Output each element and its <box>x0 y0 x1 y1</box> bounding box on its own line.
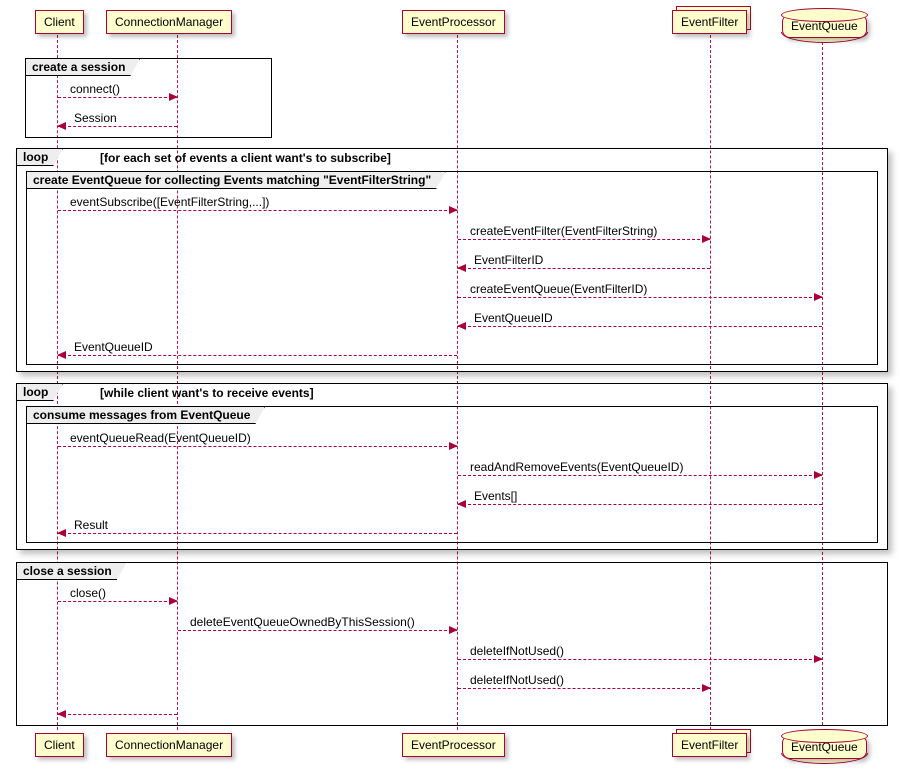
participant-event-queue-top: EventQueue <box>782 14 867 38</box>
group-close-session <box>16 562 888 726</box>
msg-label-delete-if-not-used-queue: deleteIfNotUsed() <box>470 644 564 658</box>
msg-result <box>58 533 457 534</box>
msg-close-return <box>58 714 177 715</box>
msg-label-events-return: Events[] <box>474 489 517 503</box>
msg-delete-queue-by-session <box>178 630 457 631</box>
msg-label-event-filter-id: EventFilterID <box>474 253 543 267</box>
msg-create-event-filter <box>458 239 710 240</box>
participant-event-processor-top: EventProcessor <box>402 10 505 34</box>
msg-label-connect: connect() <box>70 82 120 96</box>
msg-delete-if-not-used-queue <box>458 659 822 660</box>
participant-event-filter-bottom: EventFilter <box>672 733 747 757</box>
msg-events-return <box>458 504 822 505</box>
group-cond-loop2: [while client want's to receive events] <box>100 386 314 400</box>
msg-session <box>58 126 177 127</box>
participant-event-processor-bottom: EventProcessor <box>402 733 505 757</box>
msg-label-result: Result <box>74 518 108 532</box>
msg-connect <box>58 97 177 98</box>
msg-event-queue-id-return <box>458 326 822 327</box>
msg-label-delete-if-not-used-filter: deleteIfNotUsed() <box>470 673 564 687</box>
msg-label-create-event-queue: createEventQueue(EventFilterID) <box>470 282 647 296</box>
msg-event-queue-read <box>58 446 457 447</box>
msg-label-event-queue-id-to-client: EventQueueID <box>74 340 153 354</box>
group-label-create-session: create a session <box>25 58 140 76</box>
msg-close <box>58 601 177 602</box>
group-label-create-eventqueue: create EventQueue for collecting Events … <box>26 171 446 189</box>
msg-label-event-queue-id-return: EventQueueID <box>474 311 553 325</box>
msg-label-session: Session <box>74 111 117 125</box>
participant-connection-manager-bottom: ConnectionManager <box>106 733 232 757</box>
group-cond-loop1: [for each set of events a client want's … <box>100 151 391 165</box>
msg-label-close: close() <box>70 586 106 600</box>
group-label-close-session: close a session <box>16 562 127 580</box>
msg-label-read-and-remove: readAndRemoveEvents(EventQueueID) <box>470 460 683 474</box>
participant-client-top: Client <box>35 10 84 34</box>
participant-event-filter-top: EventFilter <box>672 10 747 34</box>
msg-read-and-remove <box>458 475 822 476</box>
msg-event-queue-id-to-client <box>58 355 457 356</box>
msg-label-event-queue-read: eventQueueRead(EventQueueID) <box>70 431 251 445</box>
msg-label-create-event-filter: createEventFilter(EventFilterString) <box>470 224 657 238</box>
sequence-diagram: Client ConnectionManager EventProcessor … <box>0 0 905 772</box>
participant-connection-manager-top: ConnectionManager <box>106 10 232 34</box>
participant-client-bottom: Client <box>35 733 84 757</box>
msg-label-event-subscribe: eventSubscribe([EventFilterString,...]) <box>70 195 269 209</box>
msg-event-subscribe <box>58 210 457 211</box>
msg-create-event-queue <box>458 297 822 298</box>
participant-event-queue-bottom: EventQueue <box>782 735 867 759</box>
msg-delete-if-not-used-filter <box>458 688 710 689</box>
group-label-consume-messages: consume messages from EventQueue <box>26 406 265 424</box>
msg-event-filter-id <box>458 268 710 269</box>
msg-label-delete-queue-by-session: deleteEventQueueOwnedByThisSession() <box>190 615 415 629</box>
